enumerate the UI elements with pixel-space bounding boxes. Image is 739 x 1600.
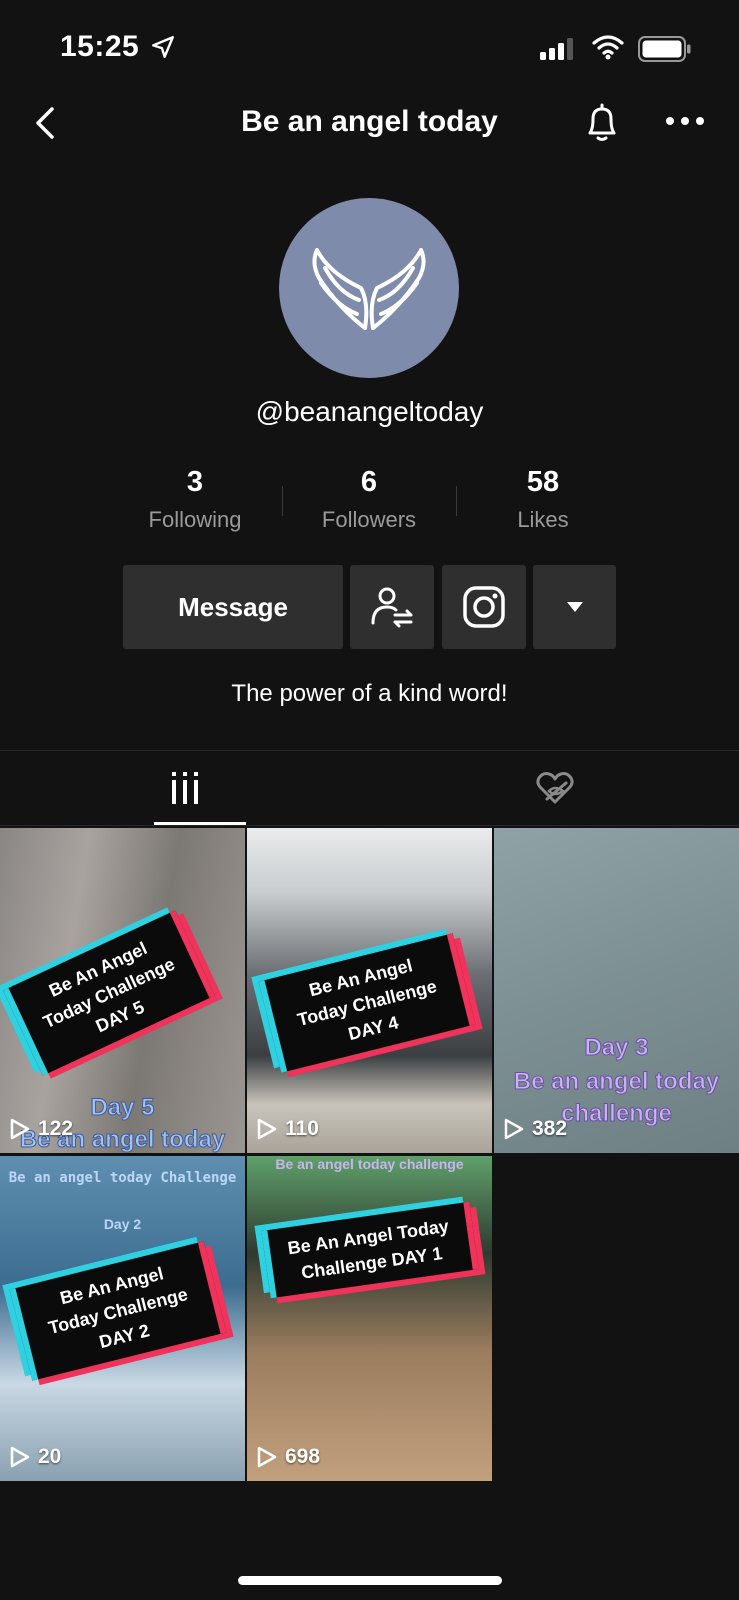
stat-label: Following	[148, 507, 242, 532]
stat-divider	[282, 486, 283, 516]
view-count-value: 20	[38, 1445, 62, 1468]
view-count-value: 698	[285, 1445, 321, 1468]
view-count: 20	[10, 1445, 61, 1469]
video-banner: Be An Angel Today Challenge DAY 1	[261, 1201, 479, 1299]
play-icon	[10, 1118, 30, 1140]
profile-bio: The power of a kind word!	[231, 680, 508, 707]
wifi-icon	[592, 35, 624, 60]
video-overlay-text: Day 3	[584, 1034, 649, 1062]
status-bar: 15:25	[0, 0, 739, 100]
stat-following[interactable]: 3 Following	[115, 466, 275, 533]
profile-tabs	[0, 751, 739, 825]
angel-wings-icon	[312, 248, 426, 330]
profile-stats: 3 Following 6 Followers 58 Likes	[0, 466, 739, 536]
play-icon	[257, 1118, 277, 1140]
view-count: 110	[257, 1117, 319, 1141]
stat-value: 6	[360, 466, 378, 498]
view-count: 698	[257, 1445, 320, 1469]
tab-liked[interactable]	[370, 751, 739, 825]
page-title: Be an angel today	[241, 105, 498, 138]
view-count-value: 382	[532, 1117, 568, 1140]
divider	[0, 825, 739, 826]
stat-value: 58	[526, 466, 560, 498]
stat-likes[interactable]: 58 Likes	[463, 466, 623, 533]
play-icon	[257, 1446, 277, 1468]
stat-label: Followers	[321, 507, 417, 532]
stat-label: Likes	[517, 507, 569, 532]
instagram-button[interactable]	[442, 565, 526, 649]
video-banner: Be An Angel Today Challenge DAY 5	[3, 910, 215, 1076]
hidden-heart-icon	[535, 772, 574, 804]
view-count: 382	[504, 1117, 567, 1141]
video-banner: Be An Angel Today Challenge DAY 4	[258, 933, 476, 1073]
suggested-accounts-button[interactable]	[533, 565, 616, 649]
bell-icon[interactable]	[582, 101, 622, 145]
header: Be an angel today	[0, 95, 739, 155]
video-tile[interactable]: Be An Angel Today Challenge DAY 5 Day 5 …	[0, 828, 245, 1153]
play-icon	[504, 1118, 524, 1140]
video-banner: Be An Angel Today Challenge DAY 2	[9, 1241, 227, 1381]
video-tile[interactable]: Be an angel today challenge Be An Angel …	[247, 1156, 492, 1481]
stat-divider	[456, 486, 457, 516]
follow-toggle-button[interactable]	[350, 565, 434, 649]
video-overlay-text: Be an angel today challenge	[275, 1156, 464, 1172]
grid-icon	[171, 772, 198, 804]
view-count-value: 110	[285, 1117, 319, 1140]
cellular-signal-icon	[540, 38, 573, 60]
message-button[interactable]: Message	[123, 565, 343, 649]
video-tile[interactable]: Be An Angel Today Challenge DAY 4 110	[247, 828, 492, 1153]
view-count: 122	[10, 1117, 73, 1141]
more-options-icon[interactable]	[664, 113, 706, 129]
status-time: 15:25	[60, 30, 140, 63]
username: @beanangeltoday	[255, 396, 484, 427]
user-swap-icon	[371, 587, 413, 628]
view-count-value: 122	[38, 1117, 74, 1140]
video-tile[interactable]: Day 3 Be an angel today challenge 382	[494, 828, 739, 1153]
stat-value: 3	[186, 466, 204, 498]
caret-down-icon	[566, 602, 583, 612]
home-indicator[interactable]	[238, 1576, 502, 1585]
profile-actions: Message	[0, 565, 739, 649]
video-tile[interactable]: Be an angel today Challenge Day 2 Be An …	[0, 1156, 245, 1481]
stat-followers[interactable]: 6 Followers	[289, 466, 449, 533]
tab-videos[interactable]	[0, 751, 369, 825]
video-overlay-text: Be an angel today Challenge	[8, 1170, 237, 1186]
video-overlay-text: Day 2	[103, 1216, 142, 1232]
battery-icon	[638, 36, 691, 62]
location-arrow-icon	[152, 36, 174, 58]
avatar[interactable]	[279, 198, 459, 378]
instagram-icon	[463, 586, 505, 628]
play-icon	[10, 1446, 30, 1468]
